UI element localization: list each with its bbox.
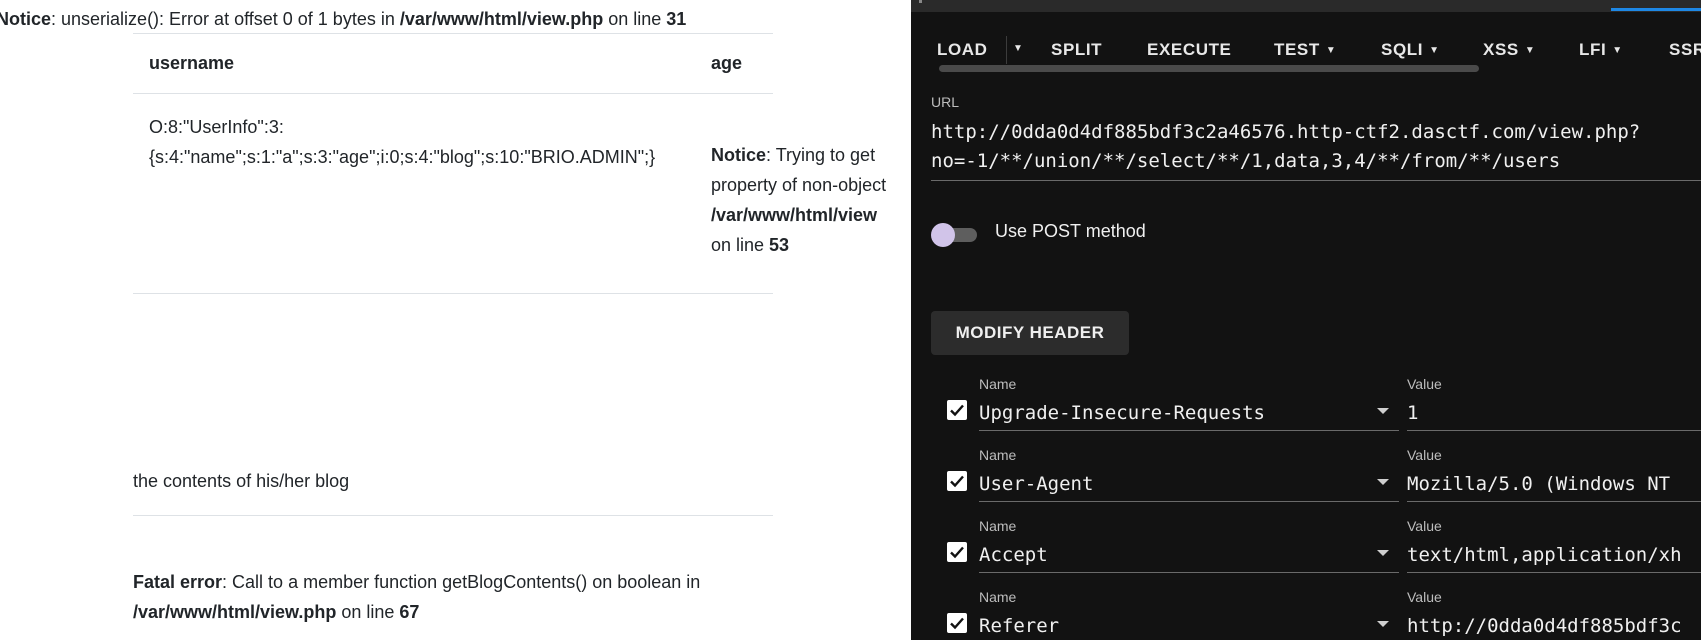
header-value-input[interactable]: Mozilla/5.0 (Windows NT xyxy=(1407,469,1701,502)
age-notice-online: on line xyxy=(711,235,770,255)
header-value-label: Value xyxy=(1407,376,1442,392)
fatal-text: : Call to a member function getBlogConte… xyxy=(222,572,701,592)
xss-menu[interactable]: XSS ▼ xyxy=(1483,40,1535,60)
header-name-input[interactable]: User-Agent xyxy=(979,469,1399,502)
web-page: Notice: unserialize(): Error at offset 0… xyxy=(0,0,911,640)
header-name-label: Name xyxy=(979,376,1017,392)
load-separator xyxy=(1006,36,1007,64)
header-name-dropdown-icon[interactable] xyxy=(1377,621,1389,627)
fatal-error: Fatal error: Call to a member function g… xyxy=(133,567,700,627)
hackbar-panel: LOAD ▼ SPLIT EXECUTE TEST ▼ SQLI ▼ XSS ▼ LF… xyxy=(911,0,1701,640)
lfi-menu[interactable]: LFI ▼ xyxy=(1579,40,1623,60)
header-name-dropdown-icon[interactable] xyxy=(1377,408,1389,414)
header-name-input[interactable]: Referer xyxy=(979,611,1399,640)
test-menu-label: TEST xyxy=(1274,40,1320,59)
checkmark-icon xyxy=(950,404,964,417)
header-username: username xyxy=(149,53,235,73)
fatal-text-2: on line xyxy=(336,602,400,622)
chevron-down-icon: ▼ xyxy=(1612,45,1623,56)
blog-contents-text: the contents of his/her blog xyxy=(133,471,350,491)
execute-button[interactable]: EXECUTE xyxy=(1147,40,1232,60)
age-notice-text: : Trying to get xyxy=(766,145,876,165)
header-name-dropdown-icon[interactable] xyxy=(1377,479,1389,485)
header-enabled-checkbox[interactable] xyxy=(947,471,967,491)
xss-menu-label: XSS xyxy=(1483,40,1519,59)
header-name-label: Name xyxy=(979,589,1017,605)
url-label: URL xyxy=(931,94,960,110)
notice-text: : unserialize(): Error at offset 0 of 1 … xyxy=(51,9,400,29)
tab-mark xyxy=(919,0,922,3)
header-name-input[interactable]: Accept xyxy=(979,540,1399,573)
post-method-label: Use POST method xyxy=(995,221,1146,241)
header-row: Name Accept Value text/html,application/xh xyxy=(911,518,1701,588)
test-menu[interactable]: TEST ▼ xyxy=(1274,40,1336,60)
header-enabled-checkbox[interactable] xyxy=(947,400,967,420)
fatal-label: Fatal error xyxy=(133,572,223,592)
header-name-dropdown-icon[interactable] xyxy=(1377,550,1389,556)
header-age: age xyxy=(711,53,743,73)
notice-unserialize: Notice: unserialize(): Error at offset 0… xyxy=(0,8,686,30)
age-notice-label: Notice xyxy=(711,145,767,165)
url-line-2: no=-1/**/union/**/select/**/1,data,3,4/*… xyxy=(931,150,1561,172)
modify-header-button[interactable]: MODIFY HEADER xyxy=(931,311,1129,355)
post-method-toggle[interactable] xyxy=(931,222,979,247)
menubar-scrollbar[interactable] xyxy=(939,65,1479,72)
header-value-label: Value xyxy=(1407,589,1442,605)
header-name-label: Name xyxy=(979,447,1017,463)
notice-line: 31 xyxy=(666,9,687,29)
row-divider xyxy=(133,293,773,294)
chevron-down-icon: ▼ xyxy=(1325,45,1337,56)
serialized-line-1: O:8:"UserInfo":3: xyxy=(149,117,284,137)
header-value-input[interactable]: text/html,application/xh xyxy=(1407,540,1701,573)
table-top-border xyxy=(133,33,773,34)
header-row: Name Upgrade-Insecure-Requests Value 1 xyxy=(911,376,1701,446)
table-header-divider xyxy=(133,93,773,94)
age-notice-path: /var/www/html/view xyxy=(711,205,878,225)
header-value-label: Value xyxy=(1407,447,1442,463)
header-name-input[interactable]: Upgrade-Insecure-Requests xyxy=(979,398,1399,431)
header-row: Name User-Agent Value Mozilla/5.0 (Windows … xyxy=(911,447,1701,517)
header-value-input[interactable]: 1 xyxy=(1407,398,1701,431)
serialized-username-cell: O:8:"UserInfo":3: {s:4:"name";s:1:"a";s:… xyxy=(149,112,655,172)
url-line-1: http://0dda0d4df885bdf3c2a46576.http-ctf… xyxy=(931,121,1641,143)
chevron-down-icon: ▼ xyxy=(1524,45,1536,56)
load-button[interactable]: LOAD xyxy=(937,40,988,60)
sqli-menu-label: SQLI xyxy=(1381,40,1424,59)
panel-tab-strip xyxy=(911,0,1701,12)
checkmark-icon xyxy=(950,546,964,559)
checkmark-icon xyxy=(950,617,964,630)
ssrf-menu[interactable]: SSR xyxy=(1669,40,1701,60)
header-name-label: Name xyxy=(979,518,1017,534)
toggle-knob xyxy=(931,223,955,247)
chevron-down-icon: ▼ xyxy=(1429,45,1440,56)
blog-divider xyxy=(133,515,773,516)
age-notice-cell: Notice: Trying to get property of non-ob… xyxy=(711,140,886,260)
hackbar-menubar: LOAD ▼ SPLIT EXECUTE TEST ▼ SQLI ▼ XSS ▼ LF… xyxy=(911,12,1701,64)
sqli-menu[interactable]: SQLI ▼ xyxy=(1381,40,1440,60)
lfi-menu-label: LFI xyxy=(1579,40,1607,59)
url-input[interactable]: http://0dda0d4df885bdf3c2a46576.http-ctf… xyxy=(931,118,1701,181)
header-value-label: Value xyxy=(1407,518,1442,534)
notice-label: Notice xyxy=(0,9,52,29)
notice-path: /var/www/html/view.php xyxy=(399,9,604,29)
fatal-path: /var/www/html/view.php xyxy=(133,602,337,622)
header-row: Name Referer Value http://0dda0d4df885bdf3c xyxy=(911,589,1701,640)
checkmark-icon xyxy=(950,475,964,488)
notice-text-2: on line xyxy=(603,9,667,29)
active-tab-indicator xyxy=(1611,8,1701,11)
header-enabled-checkbox[interactable] xyxy=(947,542,967,562)
split-button[interactable]: SPLIT xyxy=(1051,40,1102,60)
serialized-line-2: {s:4:"name";s:1:"a";s:3:"age";i:0;s:4:"b… xyxy=(149,147,656,167)
header-value-input[interactable]: http://0dda0d4df885bdf3c xyxy=(1407,611,1701,640)
load-dropdown-icon[interactable]: ▼ xyxy=(1013,43,1023,54)
fatal-line: 67 xyxy=(399,602,420,622)
header-enabled-checkbox[interactable] xyxy=(947,613,967,633)
age-notice-line2: property of non-object xyxy=(711,175,887,195)
age-notice-line: 53 xyxy=(769,235,790,255)
